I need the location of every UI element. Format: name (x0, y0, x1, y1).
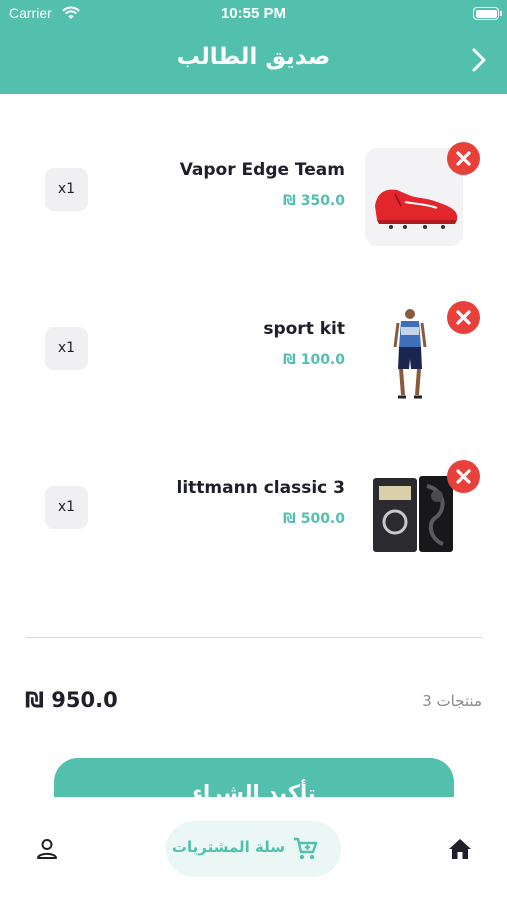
profile-icon[interactable] (35, 837, 59, 861)
quantity-badge[interactable]: x1 (45, 486, 88, 529)
back-chevron-icon[interactable] (467, 46, 491, 74)
close-icon (456, 151, 471, 166)
tab-cart[interactable]: سلة المشتريات (166, 821, 341, 877)
product-name: sport kit (263, 319, 345, 339)
status-bar: Carrier 10:55 PM (0, 0, 507, 28)
product-name: Vapor Edge Team (179, 160, 345, 180)
cart-total: ₪ 950.0 (25, 688, 118, 712)
home-icon[interactable] (447, 837, 473, 861)
product-price: ₪ 350.0 (283, 193, 345, 209)
product-price: ₪ 100.0 (283, 352, 345, 368)
bottom-tab-bar: سلة المشتريات (0, 797, 507, 900)
quantity-badge[interactable]: x1 (45, 168, 88, 211)
summary-divider (26, 637, 482, 638)
battery-icon (473, 7, 502, 20)
tab-cart-label: سلة المشتريات (171, 838, 285, 856)
clock: 10:55 PM (220, 5, 287, 22)
cart-item: sport kit ₪ 100.0 x1 (0, 301, 507, 417)
product-name: littmann classic 3 (176, 478, 345, 498)
cart-item: Vapor Edge Team ₪ 350.0 x1 (0, 142, 507, 258)
remove-item-button[interactable] (447, 460, 480, 493)
app-header: Carrier 10:55 PM صديق الطالب (0, 0, 507, 94)
items-count: 3 منتجات (422, 692, 482, 710)
remove-item-button[interactable] (447, 142, 480, 175)
close-icon (456, 469, 471, 484)
page-title: صديق الطالب (176, 44, 331, 70)
quantity-badge[interactable]: x1 (45, 327, 88, 370)
cart-icon (291, 835, 319, 863)
product-price: ₪ 500.0 (283, 511, 345, 527)
close-icon (456, 310, 471, 325)
cart-item: littmann classic 3 ₪ 500.0 x1 (0, 460, 507, 576)
remove-item-button[interactable] (447, 301, 480, 334)
